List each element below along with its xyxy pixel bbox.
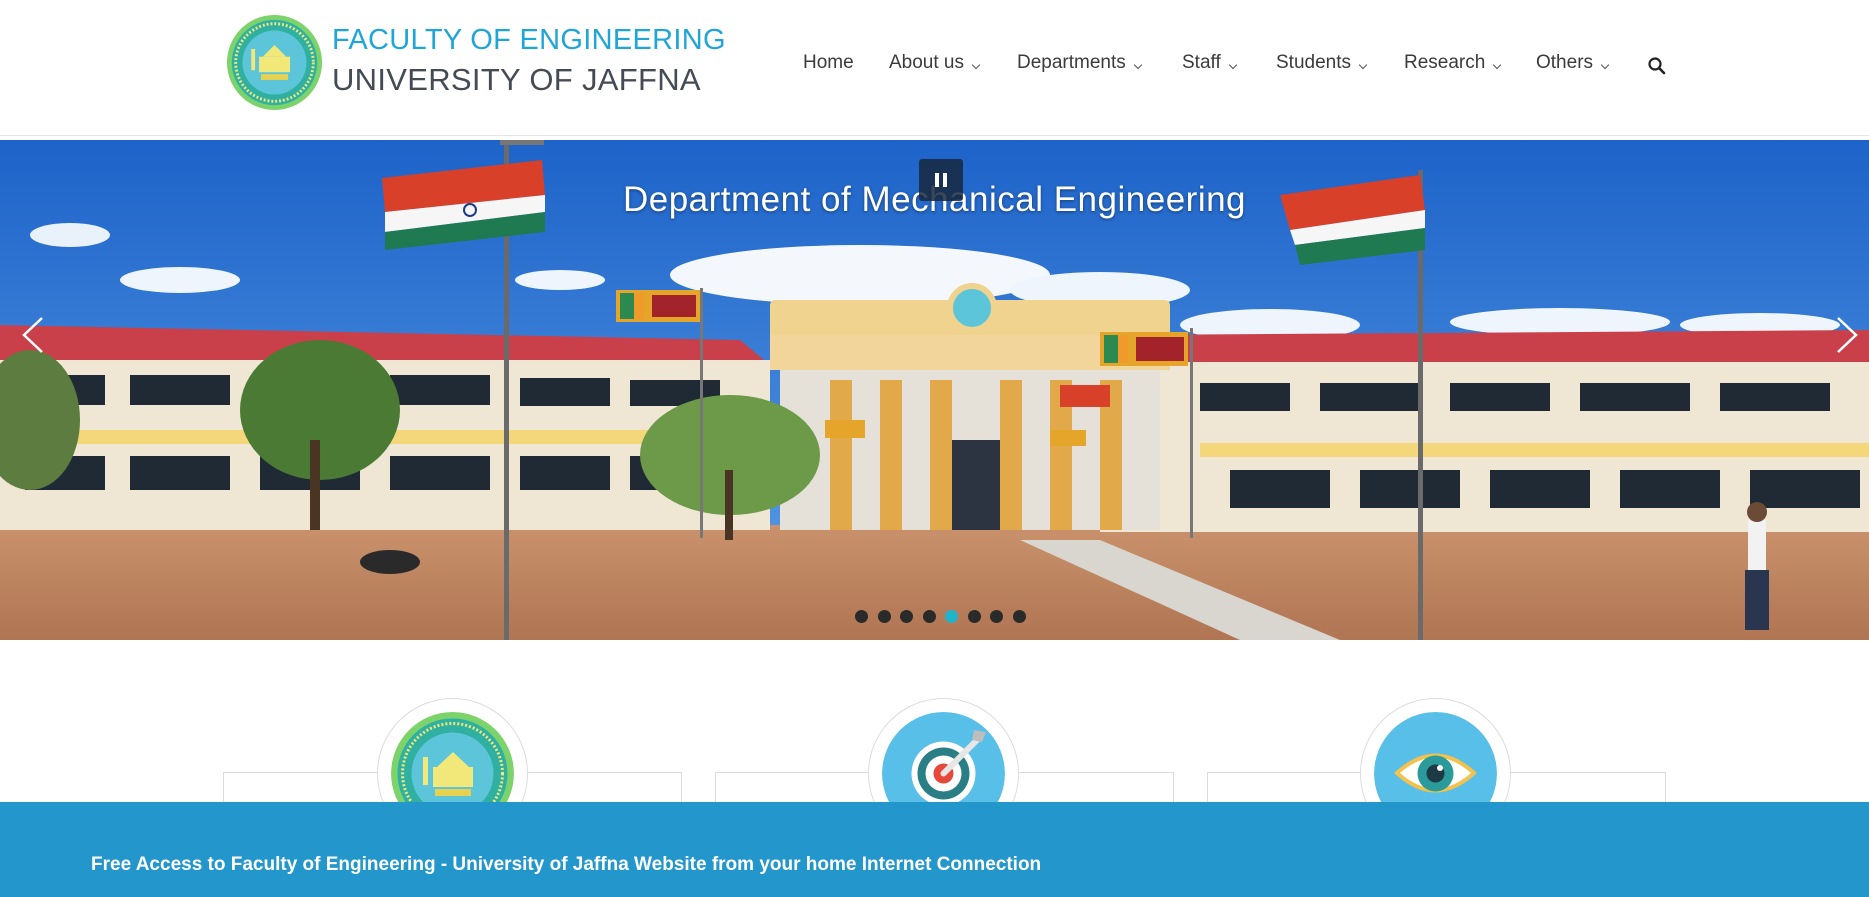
chevron-right-icon[interactable] <box>1826 312 1866 358</box>
nav-about-us[interactable]: About us <box>889 52 981 74</box>
slide-dot-4[interactable] <box>922 610 936 623</box>
site-header: FACULTY OF ENGINEERING UNIVERSITY OF JAF… <box>0 0 1869 136</box>
slide-dot-7[interactable] <box>990 610 1003 623</box>
hero-slider: Department of Mechanical Engineering <box>0 140 1869 640</box>
nav-home[interactable]: Home <box>803 52 854 74</box>
slide-dot-1[interactable] <box>855 610 868 623</box>
slide-indicators <box>855 610 1035 623</box>
chevron-down-icon <box>1133 60 1143 70</box>
chevron-down-icon <box>971 60 981 70</box>
slide-dot-2[interactable] <box>877 610 891 623</box>
nav-others-label: Others <box>1536 52 1594 73</box>
nav-staff-label: Staff <box>1182 52 1221 73</box>
nav-research-label: Research <box>1404 52 1486 73</box>
nav-departments[interactable]: Departments <box>1017 52 1143 74</box>
banner-text[interactable]: Free Access to Faculty of Engineering - … <box>91 854 1041 876</box>
nav-research[interactable]: Research <box>1404 52 1502 74</box>
chevron-down-icon <box>1493 60 1502 70</box>
nav-about-us-label: About us <box>889 52 964 73</box>
slide-dot-8[interactable] <box>1012 610 1026 623</box>
brand-university-name[interactable]: UNIVERSITY OF JAFFNA <box>332 62 701 98</box>
nav-students-label: Students <box>1276 52 1351 73</box>
nav-others[interactable]: Others <box>1536 52 1610 74</box>
slide-dot-5[interactable] <box>945 610 958 623</box>
chevron-left-icon[interactable] <box>14 312 54 358</box>
nav-staff[interactable]: Staff <box>1182 52 1237 74</box>
slide-dot-6[interactable] <box>967 610 981 623</box>
pause-icon[interactable] <box>919 159 963 201</box>
search-icon[interactable] <box>1647 56 1667 76</box>
nav-home-label: Home <box>803 52 854 73</box>
chevron-down-icon <box>1358 60 1368 70</box>
slide-dot-3[interactable] <box>900 610 913 623</box>
nav-students[interactable]: Students <box>1276 52 1368 74</box>
chevron-down-icon <box>1600 60 1610 70</box>
chevron-down-icon <box>1228 60 1237 70</box>
nav-departments-label: Departments <box>1017 52 1126 73</box>
university-seal-icon[interactable] <box>226 14 323 111</box>
announcement-banner: Free Access to Faculty of Engineering - … <box>0 802 1869 897</box>
brand-faculty-name[interactable]: FACULTY OF ENGINEERING <box>332 24 726 57</box>
